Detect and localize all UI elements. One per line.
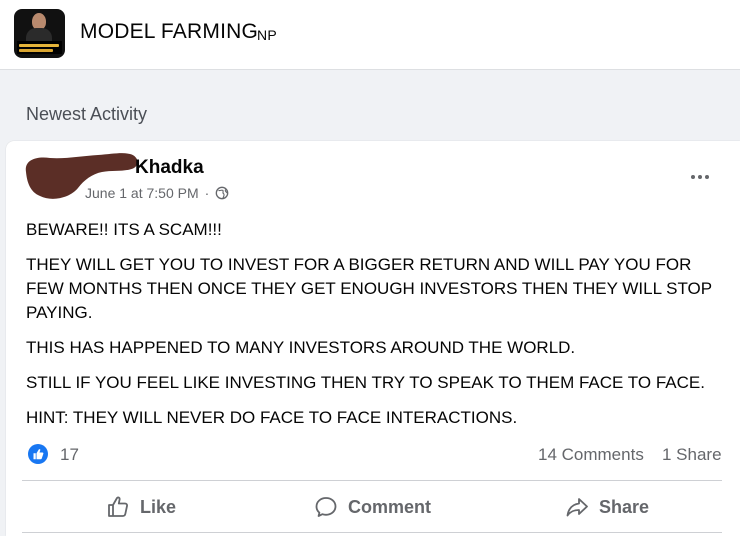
share-button[interactable]: Share [565,492,649,522]
more-options-icon[interactable] [688,169,712,185]
page-avatar[interactable] [14,9,65,58]
avatar-banner [17,41,62,54]
post-timestamp[interactable]: June 1 at 7:50 PM [85,185,199,201]
post-body: BEWARE!! ITS A SCAM!!! THEY WILL GET YOU… [26,218,726,441]
avatar-suit [26,28,52,42]
like-count[interactable]: 17 [60,445,79,465]
thumbs-up-icon [108,496,128,517]
comments-count[interactable]: 14 Comments [538,445,644,465]
avatar-banner-line [19,49,53,52]
divider [22,532,722,533]
share-icon [566,498,588,517]
post-card: Khadka June 1 at 7:50 PM · BEWARE!! ITS … [6,141,740,536]
section-title: Newest Activity [26,104,148,124]
post-paragraph: BEWARE!! ITS A SCAM!!! [26,220,222,239]
post-paragraph: STILL IF YOU FEEL LIKE INVESTING THEN TR… [26,373,705,392]
like-reaction-icon[interactable] [28,444,48,464]
like-button-label: Like [140,496,177,517]
post-paragraph: THIS HAS HAPPENED TO MANY INVESTORS AROU… [26,338,576,357]
divider [22,480,722,481]
shares-count[interactable]: 1 Share [662,445,722,465]
post-meta: June 1 at 7:50 PM · [85,185,229,201]
page-title-suffix: NP [257,27,278,43]
page-header: MODEL FARMING NP [0,0,740,70]
globe-icon [215,186,229,200]
meta-separator: · [204,185,210,201]
comment-button[interactable]: Comment [314,492,431,522]
avatar-banner-line [19,44,59,47]
comment-icon [315,497,337,517]
share-button-label: Share [599,496,650,517]
post-paragraph: THEY WILL GET YOU TO INVEST FOR A BIGGER… [26,255,712,322]
post-author-name[interactable]: Khadka [135,157,204,179]
comment-button-label: Comment [348,496,432,517]
like-button[interactable]: Like [106,492,176,522]
post-paragraph: HINT: THEY WILL NEVER DO FACE TO FACE IN… [26,408,518,427]
page-title[interactable]: MODEL FARMING [80,20,258,44]
